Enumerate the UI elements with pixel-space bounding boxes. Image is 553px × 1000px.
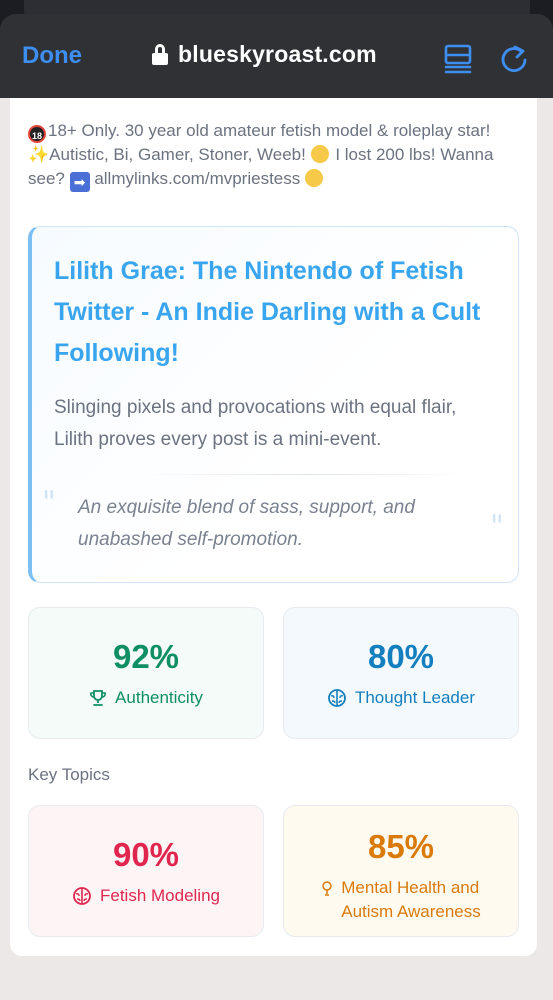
topic-value: 85% [367, 828, 435, 865]
key-topics-heading: Key Topics [28, 765, 110, 784]
roast-card: Lilith Grae: The Nintendo of Fetish Twit… [28, 226, 519, 583]
stat-value: 92% [112, 638, 180, 675]
brain-icon [328, 689, 346, 707]
right-arrow-icon: ➡ [69, 172, 90, 192]
topic-label: Mental Health and Autism Awareness [341, 878, 481, 921]
reload-icon[interactable] [498, 43, 530, 75]
address-bar[interactable]: blueskyroast.com [152, 41, 377, 68]
close-quote-icon: " [490, 509, 504, 544]
url-text: blueskyroast.com [178, 41, 377, 67]
trophy-icon [90, 690, 107, 706]
roast-title: Lilith Grae: The Nintendo of Fetish Twit… [54, 257, 481, 367]
topic-card-mental-health: 85% Mental Health and Autism Awareness [283, 805, 519, 937]
topic-value: 90% [112, 836, 180, 873]
topic-label-row: Mental Health and Autism Awareness [284, 876, 518, 924]
roast-quote: An exquisite blend of sass, support, and… [78, 497, 415, 550]
topic-label: Fetish Modeling [99, 886, 220, 905]
topic-card-fetish-modeling: 90% Fetish Modeling [28, 805, 264, 937]
smiling-face-icon [310, 145, 329, 163]
stat-label-row: Thought Leader [284, 688, 518, 708]
no-under-18-icon: 18 [28, 125, 46, 143]
bio-text-2: Autistic, Bi, Gamer, Stoner, Weeb! [49, 145, 311, 164]
stat-card-authenticity: 92% Authenticity [28, 607, 264, 739]
stat-value: 80% [367, 638, 435, 675]
divider [142, 474, 472, 475]
profile-bio: 18 18+ Only. 30 year old amateur fetish m… [28, 119, 518, 192]
stat-card-thought-leader: 80% Thought Leader [283, 607, 519, 739]
kissing-face-icon [305, 169, 323, 187]
stat-label: Authenticity [115, 688, 203, 707]
lightbulb-icon [322, 881, 332, 896]
bio-link[interactable]: allmylinks.com/mvpriestess [94, 169, 300, 188]
bio-text-1: 18+ Only. 30 year old amateur fetish mod… [48, 121, 491, 140]
done-button[interactable]: Done [22, 42, 82, 70]
page-content: 18 18+ Only. 30 year old amateur fetish m… [10, 98, 537, 956]
roast-subtitle: Slinging pixels and provocations with eq… [54, 397, 457, 450]
reader-mode-icon[interactable] [443, 44, 473, 74]
open-quote-icon: " [42, 485, 56, 520]
stat-label-row: Authenticity [29, 688, 263, 708]
browser-toolbar: Done blueskyroast.com [0, 14, 553, 98]
topic-label-row: Fetish Modeling [29, 886, 263, 906]
stat-label: Thought Leader [354, 688, 476, 707]
brain-icon [73, 887, 91, 905]
lock-icon [152, 43, 168, 66]
sparkles-icon: ✨ [28, 145, 50, 164]
